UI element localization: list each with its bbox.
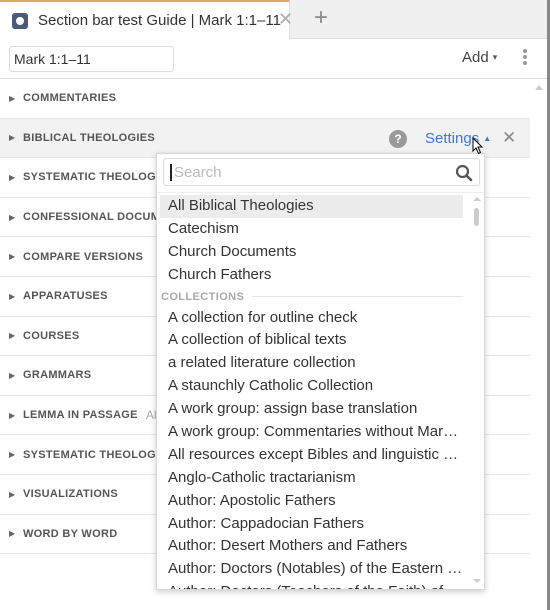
add-button[interactable]: Add ▾ <box>462 49 497 66</box>
expand-arrow-icon[interactable]: ▶ <box>9 450 23 459</box>
expand-arrow-icon[interactable]: ▶ <box>9 133 23 142</box>
collection-option[interactable]: Author: Apostolic Fathers <box>160 490 463 513</box>
expand-arrow-icon[interactable]: ▶ <box>9 490 23 499</box>
expand-arrow-icon[interactable]: ▶ <box>9 213 23 222</box>
section-label: SYSTEMATIC THEOLOGIES <box>23 171 175 184</box>
collection-option[interactable]: A work group: Commentaries without Mark… <box>160 421 463 444</box>
collection-option[interactable]: a related literature collection <box>160 352 463 375</box>
reference-input[interactable] <box>9 46 174 72</box>
section-label: APPARATUSES <box>23 290 108 303</box>
expand-arrow-icon[interactable]: ▶ <box>9 94 23 103</box>
scroll-up-arrow-icon[interactable] <box>535 85 543 90</box>
scrollbar-thumb[interactable] <box>474 208 479 226</box>
section-row[interactable]: ▶ COMMENTARIES <box>0 79 530 119</box>
close-section-icon[interactable]: ✕ <box>502 128 516 148</box>
dropdown-option[interactable]: All Biblical Theologies <box>160 195 463 218</box>
group-label: COLLECTIONS <box>161 290 245 303</box>
more-options-button[interactable] <box>520 49 530 69</box>
expand-arrow-icon[interactable]: ▶ <box>9 173 23 182</box>
add-label: Add <box>462 49 489 66</box>
expand-arrow-icon[interactable]: ▶ <box>9 371 23 380</box>
dropdown-divider <box>157 192 484 193</box>
collection-option[interactable]: A collection for outline check <box>160 307 463 330</box>
section-label: COMPARE VERSIONS <box>23 250 144 263</box>
help-icon[interactable]: ? <box>389 129 407 148</box>
dropdown-option[interactable]: Catechism <box>160 218 463 241</box>
collection-option[interactable]: Author: Desert Mothers and Fathers <box>160 535 463 558</box>
dropdown-option[interactable]: Church Fathers <box>160 264 463 287</box>
search-icon[interactable] <box>455 164 473 182</box>
chevron-down-icon: ▾ <box>492 52 498 62</box>
section-label: GRAMMARS <box>23 369 92 382</box>
dropdown-search-input[interactable] <box>170 163 450 181</box>
dropdown-search-box <box>163 158 480 186</box>
guide-icon <box>12 12 28 29</box>
dropdown-option[interactable]: Church Documents <box>160 241 463 264</box>
tab-title: Section bar test Guide | Mark 1:1–11 <box>38 12 281 29</box>
section-label: WORD BY WORD <box>23 527 118 540</box>
dropdown-scrollbar[interactable] <box>471 195 483 587</box>
collection-option[interactable]: Author: Doctors (Notables) of the Easter… <box>160 558 463 581</box>
kebab-dot-icon <box>523 61 527 65</box>
tab-section-bar-guide[interactable]: Section bar test Guide | Mark 1:1–11 ✕ <box>0 0 293 39</box>
mouse-cursor-icon <box>472 137 484 155</box>
kebab-dot-icon <box>523 55 527 59</box>
section-label: LEMMA IN PASSAGE <box>23 409 138 422</box>
close-tab-icon[interactable]: ✕ <box>278 9 293 30</box>
expand-arrow-icon[interactable]: ▶ <box>9 529 23 538</box>
collection-option[interactable]: A collection of biblical texts <box>160 329 463 352</box>
group-divider <box>252 296 463 298</box>
collection-option[interactable]: Anglo-Catholic tractarianism <box>160 467 463 490</box>
chevron-up-icon: ▲ <box>483 133 492 143</box>
collection-option[interactable]: Author: Doctors (Teachers of the Faith) … <box>160 581 463 589</box>
section-label: COMMENTARIES <box>23 92 117 105</box>
kebab-dot-icon <box>523 49 527 53</box>
scroll-up-arrow-icon[interactable] <box>473 197 481 201</box>
expand-arrow-icon[interactable]: ▶ <box>9 252 23 261</box>
expand-arrow-icon[interactable]: ▶ <box>9 292 23 301</box>
main-scrollbar[interactable] <box>531 80 547 610</box>
section-label: BIBLICAL THEOLOGIES <box>23 131 156 144</box>
tab-bar: Section bar test Guide | Mark 1:1–11 ✕ + <box>0 0 550 39</box>
scroll-down-arrow-icon[interactable] <box>473 579 481 583</box>
section-label: VISUALIZATIONS <box>23 488 119 501</box>
settings-dropdown: All Biblical TheologiesCatechismChurch D… <box>156 153 485 590</box>
guide-toolbar: Add▾ <box>0 39 550 79</box>
collection-option[interactable]: Author: Cappadocian Fathers <box>160 513 463 536</box>
section-label: COURSES <box>23 329 80 342</box>
new-tab-button[interactable]: + <box>314 4 328 32</box>
collections-group-header: COLLECTIONS <box>157 287 467 307</box>
section-label: SYSTEMATIC THEOLOGIES <box>23 448 175 461</box>
expand-arrow-icon[interactable]: ▶ <box>9 331 23 340</box>
expand-arrow-icon[interactable]: ▶ <box>9 411 23 420</box>
collection-option[interactable]: A staunchly Catholic Collection <box>160 375 463 398</box>
collection-option[interactable]: All resources except Bibles and linguist… <box>160 444 463 467</box>
collection-option[interactable]: A work group: assign base translation <box>160 398 463 421</box>
dropdown-list: All Biblical Theologies Catechism Church D… <box>157 195 467 589</box>
